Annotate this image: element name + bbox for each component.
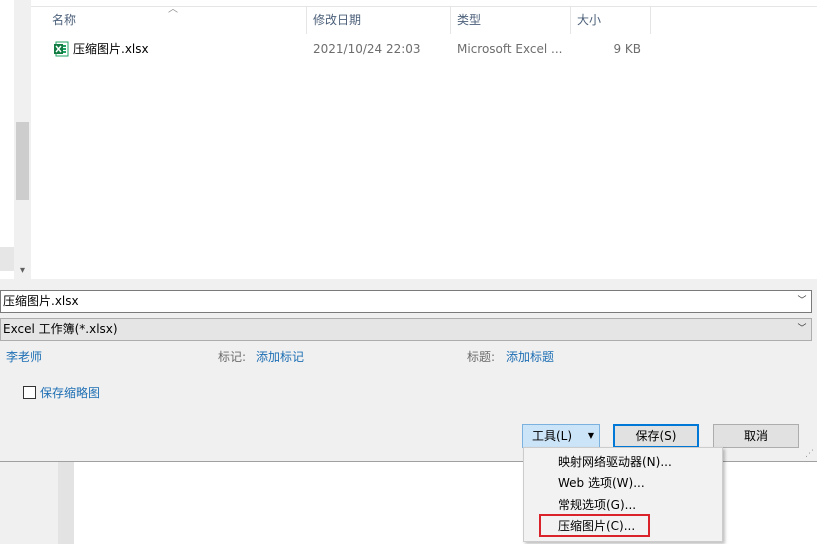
excel-file-icon xyxy=(54,41,69,57)
scroll-down-icon[interactable]: ▾ xyxy=(14,262,31,279)
file-size: 9 KB xyxy=(613,42,641,56)
file-list-pane: ▾ ︿ 名称 修改日期 类型 大小 压缩图片.xlsx 2021/10/24 2… xyxy=(0,0,817,279)
menu-item-map-network-drive[interactable]: 映射网络驱动器(N)... xyxy=(558,452,672,472)
save-thumbnail-checkbox[interactable] xyxy=(23,386,36,399)
save-button[interactable]: 保存(S) xyxy=(613,424,699,448)
filename-input[interactable]: 压缩图片.xlsx ﹀ xyxy=(0,290,812,313)
nav-pane-edge xyxy=(0,247,14,271)
chevron-down-icon[interactable]: ﹀ xyxy=(793,319,811,340)
file-row[interactable]: 压缩图片.xlsx 2021/10/24 22:03 Microsoft Exc… xyxy=(31,38,817,60)
filetype-select[interactable]: Excel 工作簿(*.xlsx) ﹀ xyxy=(0,318,812,341)
column-header-type[interactable]: 类型 xyxy=(451,7,571,34)
file-modified: 2021/10/24 22:03 xyxy=(313,42,421,56)
tools-button-label: 工具(L) xyxy=(532,429,573,443)
resize-grip-icon[interactable]: ⋰ xyxy=(805,450,814,459)
filename-value: 压缩图片.xlsx xyxy=(3,294,79,308)
vertical-scrollbar[interactable]: ▾ xyxy=(14,0,31,279)
cancel-button[interactable]: 取消 xyxy=(713,424,799,448)
tools-button[interactable]: 工具(L) ▼ xyxy=(522,424,600,448)
filetype-value: Excel 工作簿(*.xlsx) xyxy=(3,322,118,336)
scrollbar-thumb[interactable] xyxy=(16,122,29,200)
list-top-border xyxy=(31,0,817,7)
file-list-header: ︿ 名称 修改日期 类型 大小 xyxy=(31,4,817,34)
tags-label: 标记: xyxy=(218,350,247,364)
author-link[interactable]: 李老师 xyxy=(6,349,42,365)
column-header-modified[interactable]: 修改日期 xyxy=(307,7,451,34)
menu-item-general-options[interactable]: 常规选项(G)... xyxy=(558,495,636,515)
column-header-size[interactable]: 大小 xyxy=(571,7,651,34)
title-label: 标题: xyxy=(467,350,496,364)
file-name: 压缩图片.xlsx xyxy=(73,42,149,56)
add-title-link[interactable]: 添加标题 xyxy=(506,349,554,365)
column-header-name[interactable]: 名称 xyxy=(46,7,307,34)
background-strip xyxy=(58,462,74,544)
menu-item-web-options[interactable]: Web 选项(W)... xyxy=(558,473,645,493)
highlight-box xyxy=(539,514,650,537)
add-tags-link[interactable]: 添加标记 xyxy=(256,349,304,365)
file-type: Microsoft Excel ... xyxy=(457,42,563,56)
dropdown-arrow-icon: ▼ xyxy=(587,431,594,440)
tools-menu: 映射网络驱动器(N)... Web 选项(W)... 常规选项(G)... 压缩… xyxy=(523,447,723,542)
chevron-down-icon[interactable]: ﹀ xyxy=(793,291,811,312)
save-thumbnail-label[interactable]: 保存缩略图 xyxy=(40,384,100,401)
